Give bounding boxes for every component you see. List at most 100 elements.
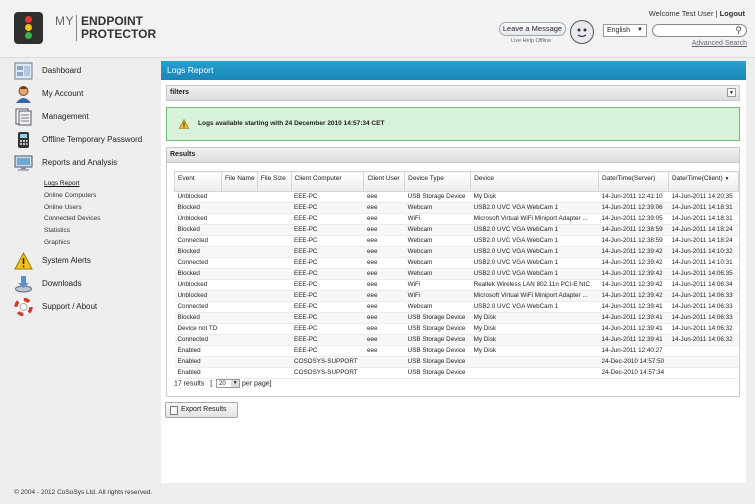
table-cell: 14-Jun-2011 12:39:42 xyxy=(598,246,669,258)
table-cell: Microsoft Virtual WiFi Miniport Adapter … xyxy=(470,290,599,302)
reports-icon xyxy=(14,155,33,171)
table-row[interactable]: Enabled COSOSYS-SUPPORT USB Storage Device… xyxy=(174,356,739,368)
subitem-online-computers[interactable]: Online Computers xyxy=(44,192,96,199)
table-cell xyxy=(221,334,258,346)
expand-icon[interactable]: ▼ xyxy=(727,88,736,97)
sidebar: Dashboard My Account Management Offline … xyxy=(0,59,158,479)
table-row[interactable]: Device not TD EEE-PC eee USB Storage Device… xyxy=(174,323,739,335)
table-row[interactable]: Unblocked EEE-PC eee WiFi Microsoft Virtual … xyxy=(174,290,739,302)
logout-link[interactable]: Logout xyxy=(720,9,745,18)
table-cell: eee xyxy=(363,257,405,269)
table-cell: My Disk xyxy=(470,312,599,324)
table-cell: 14-Jun-2011 12:39:42 xyxy=(598,290,669,302)
subitem-online-users[interactable]: Online Users xyxy=(44,204,82,211)
table-row[interactable]: Connected EEE-PC eee USB Storage Device My D… xyxy=(174,334,739,346)
table-cell xyxy=(221,268,258,280)
column-header-event[interactable]: Event xyxy=(174,171,222,192)
table-row[interactable]: Unblocked EEE-PC eee WiFi Microsoft Virtual … xyxy=(174,213,739,225)
subitem-statistics[interactable]: Statistics xyxy=(44,227,70,234)
table-cell: EEE-PC xyxy=(291,246,364,258)
table-cell xyxy=(221,312,258,324)
main-panel: Logs Report filters ▼ Logs available sta… xyxy=(161,61,746,483)
subitem-connected-devices[interactable]: Connected Devices xyxy=(44,215,100,222)
table-cell: 14-Jun-2011 12:40:27 xyxy=(598,345,669,357)
table-row[interactable]: Enabled EEE-PC eee USB Storage Device My Dis… xyxy=(174,345,739,357)
sidebar-item-system-alerts[interactable]: System Alerts xyxy=(14,252,154,270)
sidebar-item-label: My Account xyxy=(42,89,84,98)
table-cell: eee xyxy=(363,279,405,291)
subitem-logs-report[interactable]: Logs Report xyxy=(44,180,79,187)
table-cell: 14-Jun-2011 14:18:24 xyxy=(668,235,739,247)
column-header-device[interactable]: Device xyxy=(470,171,599,192)
sidebar-item-dashboard[interactable]: Dashboard xyxy=(14,62,154,80)
table-row[interactable]: Enabled COSOSYS-SUPPORT USB Storage Device… xyxy=(174,367,739,379)
table-cell: USB2.0 UVC VGA WebCam 1 xyxy=(470,202,599,214)
table-cell: 14-Jun-2011 12:39:41 xyxy=(598,301,669,313)
table-cell: 14-Jun-2011 14:06:33 xyxy=(668,301,739,313)
table-cell: eee xyxy=(363,290,405,302)
results-header: Results xyxy=(166,147,740,163)
table-row[interactable]: Blocked EEE-PC eee Webcam USB2.0 UVC VGA Web… xyxy=(174,246,739,258)
column-header-datetime-server[interactable]: Date/Time(Server) xyxy=(598,171,669,192)
leave-message-button[interactable]: Leave a Message xyxy=(499,22,566,36)
table-cell xyxy=(257,356,292,368)
sidebar-item-downloads[interactable]: Downloads xyxy=(14,275,154,293)
table-row[interactable]: Unblocked EEE-PC eee WiFi Realtek Wireless L… xyxy=(174,279,739,291)
table-row[interactable]: Blocked EEE-PC eee USB Storage Device My Dis… xyxy=(174,312,739,324)
table-cell: Unblocked xyxy=(174,191,222,203)
table-cell: Connected xyxy=(174,334,222,346)
table-cell: EEE-PC xyxy=(291,224,364,236)
column-header-file-size[interactable]: File Size xyxy=(256,171,292,192)
table-cell xyxy=(221,301,258,313)
table-cell xyxy=(257,257,292,269)
column-header-client-user[interactable]: Client User xyxy=(363,171,406,192)
column-header-datetime-client[interactable]: Date/Time(Client) ▼ xyxy=(667,171,740,192)
table-cell: EEE-PC xyxy=(291,235,364,247)
table-row[interactable]: Blocked EEE-PC eee Webcam USB2.0 UVC VGA Web… xyxy=(174,268,739,280)
search-input[interactable]: ⚲ xyxy=(652,24,747,37)
table-cell: 14-Jun-2011 14:06:35 xyxy=(668,268,739,280)
subitem-graphics[interactable]: Graphics xyxy=(44,239,70,246)
table-cell: Blocked xyxy=(174,246,222,258)
export-results-button[interactable]: Export Results xyxy=(165,402,238,418)
table-row[interactable]: Connected EEE-PC eee Webcam USB2.0 UVC VGA W… xyxy=(174,235,739,247)
table-cell: 14-Jun-2011 12:38:59 xyxy=(598,224,669,236)
table-row[interactable]: Unblocked EEE-PC eee USB Storage Device My D… xyxy=(174,191,739,203)
table-cell: EEE-PC xyxy=(291,213,364,225)
column-header-file-name[interactable]: File Name xyxy=(220,171,258,192)
sidebar-item-management[interactable]: Management xyxy=(14,108,154,126)
filters-bar[interactable]: filters ▼ xyxy=(166,85,740,101)
table-cell: Enabled xyxy=(174,345,222,357)
table-cell xyxy=(257,191,292,203)
table-cell: Connected xyxy=(174,301,222,313)
management-icon xyxy=(15,108,32,126)
per-page-select[interactable]: 20 ▼ xyxy=(216,379,241,388)
table-row[interactable]: Connected EEE-PC eee Webcam USB2.0 UVC VGA W… xyxy=(174,301,739,313)
sidebar-item-support[interactable]: Support / About xyxy=(14,298,154,316)
sidebar-item-reports[interactable]: Reports and Analysis xyxy=(14,154,154,172)
advanced-search-link[interactable]: Advanced Search xyxy=(692,40,747,47)
column-header-device-type[interactable]: Device Type xyxy=(404,171,472,192)
table-cell: My Disk xyxy=(470,345,599,357)
table-cell: EEE-PC xyxy=(291,345,364,357)
table-row[interactable]: Blocked EEE-PC eee Webcam USB2.0 UVC VGA Web… xyxy=(174,224,739,236)
table-cell: Webcam xyxy=(404,301,471,313)
sidebar-item-label: Offline Temporary Password xyxy=(42,135,143,144)
search-icon[interactable]: ⚲ xyxy=(735,25,742,36)
table-cell: Microsoft Virtual WiFi Miniport Adapter … xyxy=(470,213,599,225)
welcome-bar: Welcome Test User | Logout xyxy=(649,9,745,18)
sort-desc-icon: ▼ xyxy=(724,176,730,182)
column-header-client-computer[interactable]: Client Computer xyxy=(290,171,365,192)
table-cell: USB2.0 UVC VGA WebCam 1 xyxy=(470,268,599,280)
sidebar-item-my-account[interactable]: My Account xyxy=(14,85,154,103)
table-cell: 14-Jun-2011 12:39:42 xyxy=(598,268,669,280)
table-row[interactable]: Blocked EEE-PC eee Webcam USB2.0 UVC VGA Web… xyxy=(174,202,739,214)
table-cell: Enabled xyxy=(174,367,222,379)
table-row[interactable]: Connected EEE-PC eee Webcam USB2.0 UVC VGA W… xyxy=(174,257,739,269)
sidebar-item-offline-password[interactable]: Offline Temporary Password xyxy=(14,131,154,149)
language-select[interactable]: English ▼ xyxy=(603,24,647,37)
logs-table: Event File Name File Size Client Compute… xyxy=(174,171,740,379)
table-cell xyxy=(221,246,258,258)
live-help-face-icon[interactable] xyxy=(570,20,594,44)
table-cell xyxy=(221,290,258,302)
